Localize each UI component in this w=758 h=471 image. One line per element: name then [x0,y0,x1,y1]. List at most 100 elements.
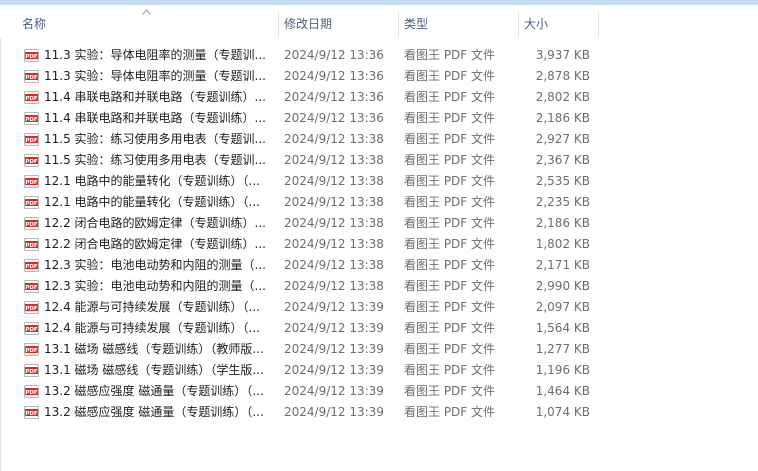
file-name: 12.3 实验：电池电动势和内阻的测量（... [44,279,266,293]
column-header-date[interactable]: 修改日期 [280,11,398,38]
file-modified-date: 2024/9/12 13:38 [284,132,384,146]
file-modified-date: 2024/9/12 13:38 [284,153,384,167]
pdf-icon: PDF [24,70,39,83]
file-size: 2,097 KB [535,300,590,314]
file-row[interactable]: PDF 11.3 实验：导体电阻率的测量（专题训... 2024/9/12 13:3… [0,66,758,87]
file-row[interactable]: PDF 11.3 实验：导体电阻率的测量（专题训... 2024/9/12 13:3… [0,45,758,66]
svg-text:PDF: PDF [25,243,38,249]
file-modified-date: 2024/9/12 13:36 [284,69,384,83]
file-row[interactable]: PDF 13.1 磁场 磁感线（专题训练）（教师版... 2024/9/12 13:… [0,339,758,360]
file-name: 13.2 磁感应强度 磁通量（专题训练）（... [44,384,264,398]
file-modified-date: 2024/9/12 13:38 [284,195,384,209]
file-row[interactable]: PDF 12.4 能源与可持续发展（专题训练）（... 2024/9/12 13:3… [0,318,758,339]
file-name: 12.1 电路中的能量转化（专题训练）（... [44,174,260,188]
svg-text:PDF: PDF [25,327,38,333]
file-name: 12.2 闭合电路的欧姆定律（专题训练）... [44,216,266,230]
file-row[interactable]: PDF 11.4 串联电路和并联电路（专题训练）... 2024/9/12 13:3… [0,87,758,108]
file-size: 2,878 KB [535,69,590,83]
file-size: 2,235 KB [535,195,590,209]
file-size: 2,367 KB [535,153,590,167]
file-name: 11.4 串联电路和并联电路（专题训练）... [44,111,266,125]
file-name: 11.4 串联电路和并联电路（专题训练）... [44,90,266,104]
file-row[interactable]: PDF 12.2 闭合电路的欧姆定律（专题训练）... 2024/9/12 13:3… [0,213,758,234]
file-modified-date: 2024/9/12 13:39 [284,363,384,377]
file-name: 12.4 能源与可持续发展（专题训练）（... [44,300,260,314]
column-divider[interactable] [398,11,399,38]
pdf-icon: PDF [24,175,39,188]
file-modified-date: 2024/9/12 13:39 [284,300,384,314]
file-name: 11.5 实验：练习使用多用电表（专题训... [44,153,266,167]
svg-text:PDF: PDF [25,390,38,396]
svg-text:PDF: PDF [25,411,38,417]
file-name: 12.4 能源与可持续发展（专题训练）（... [44,321,260,335]
file-row[interactable]: PDF 12.3 实验：电池电动势和内阻的测量（... 2024/9/12 13:3… [0,276,758,297]
file-name: 12.2 闭合电路的欧姆定律（专题训练）... [44,237,266,251]
column-divider[interactable] [518,11,519,38]
file-type: 看图王 PDF 文件 [404,237,496,251]
file-type: 看图王 PDF 文件 [404,153,496,167]
svg-text:PDF: PDF [25,117,38,123]
file-row[interactable]: PDF 13.1 磁场 磁感线（专题训练）（学生版... 2024/9/12 13:… [0,360,758,381]
file-row[interactable]: PDF 11.4 串联电路和并联电路（专题训练）... 2024/9/12 13:3… [0,108,758,129]
file-row[interactable]: PDF 12.4 能源与可持续发展（专题训练）（... 2024/9/12 13:3… [0,297,758,318]
file-type: 看图王 PDF 文件 [404,174,496,188]
file-type: 看图王 PDF 文件 [404,363,496,377]
pdf-icon: PDF [24,49,39,62]
window-top-strip [0,0,758,5]
pdf-icon: PDF [24,91,39,104]
column-divider[interactable] [278,11,279,38]
file-type: 看图王 PDF 文件 [404,279,496,293]
file-modified-date: 2024/9/12 13:39 [284,405,384,419]
column-header-name[interactable]: 名称 [18,11,278,38]
file-type: 看图王 PDF 文件 [404,405,496,419]
file-name: 13.1 磁场 磁感线（专题训练）（教师版... [44,342,264,356]
file-type: 看图王 PDF 文件 [404,384,496,398]
file-modified-date: 2024/9/12 13:39 [284,384,384,398]
file-type: 看图王 PDF 文件 [404,90,496,104]
pdf-icon: PDF [24,322,39,335]
file-row[interactable]: PDF 12.1 电路中的能量转化（专题训练）（... 2024/9/12 13:3… [0,192,758,213]
file-name: 13.1 磁场 磁感线（专题训练）（学生版... [44,363,264,377]
file-modified-date: 2024/9/12 13:38 [284,279,384,293]
pdf-icon: PDF [24,301,39,314]
file-row[interactable]: PDF 11.5 实验：练习使用多用电表（专题训... 2024/9/12 13:3… [0,129,758,150]
pdf-icon: PDF [24,406,39,419]
file-row[interactable]: PDF 12.2 闭合电路的欧姆定律（专题训练）... 2024/9/12 13:3… [0,234,758,255]
file-row[interactable]: PDF 12.1 电路中的能量转化（专题训练）（... 2024/9/12 13:3… [0,171,758,192]
column-header-size[interactable]: 大小 [520,11,598,38]
svg-text:PDF: PDF [25,306,38,312]
pdf-icon: PDF [24,280,39,293]
pdf-icon: PDF [24,154,39,167]
pdf-icon: PDF [24,364,39,377]
svg-text:PDF: PDF [25,180,38,186]
file-size: 1,564 KB [535,321,590,335]
file-row[interactable]: PDF 12.3 实验：电池电动势和内阻的测量（... 2024/9/12 13:3… [0,255,758,276]
file-row[interactable]: PDF 11.5 实验：练习使用多用电表（专题训... 2024/9/12 13:3… [0,150,758,171]
column-header-type[interactable]: 类型 [400,11,518,38]
file-name: 12.3 实验：电池电动势和内阻的测量（... [44,258,266,272]
file-type: 看图王 PDF 文件 [404,111,496,125]
file-type: 看图王 PDF 文件 [404,48,496,62]
file-name: 11.5 实验：练习使用多用电表（专题训... [44,132,266,146]
file-size: 1,802 KB [535,237,590,251]
svg-text:PDF: PDF [25,369,38,375]
svg-text:PDF: PDF [25,348,38,354]
file-type: 看图王 PDF 文件 [404,258,496,272]
svg-text:PDF: PDF [25,75,38,81]
file-name: 11.3 实验：导体电阻率的测量（专题训... [44,48,266,62]
column-divider[interactable] [598,11,599,38]
pdf-icon: PDF [24,385,39,398]
file-modified-date: 2024/9/12 13:36 [284,111,384,125]
file-size: 3,937 KB [535,48,590,62]
file-size: 2,927 KB [535,132,590,146]
file-size: 2,990 KB [535,279,590,293]
svg-text:PDF: PDF [25,285,38,291]
svg-text:PDF: PDF [25,201,38,207]
svg-text:PDF: PDF [25,264,38,270]
file-size: 2,186 KB [535,111,590,125]
svg-text:PDF: PDF [25,222,38,228]
file-row[interactable]: PDF 13.2 磁感应强度 磁通量（专题训练）（... 2024/9/12 13:… [0,402,758,423]
pdf-icon: PDF [24,217,39,230]
file-row[interactable]: PDF 13.2 磁感应强度 磁通量（专题训练）（... 2024/9/12 13:… [0,381,758,402]
file-size: 1,074 KB [535,405,590,419]
